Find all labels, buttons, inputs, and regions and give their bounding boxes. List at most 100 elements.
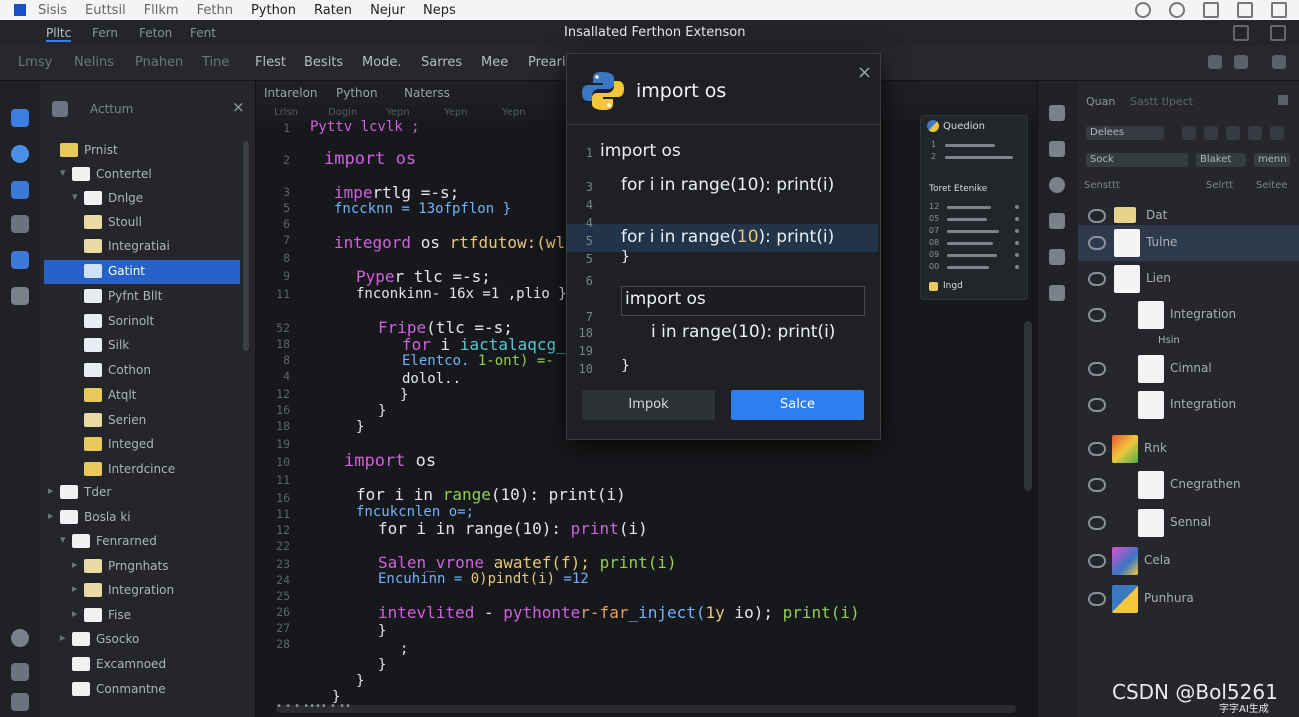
- chevron-down-icon[interactable]: ▾: [60, 166, 66, 179]
- editor-tab[interactable]: Python: [336, 86, 378, 100]
- menu-item[interactable]: Fllkm: [144, 3, 179, 18]
- status-icon[interactable]: [1135, 2, 1151, 18]
- layer-row[interactable]: Punhura: [1078, 581, 1299, 617]
- question-row-handle[interactable]: [1015, 241, 1019, 245]
- editor-tab[interactable]: Naterss: [404, 86, 450, 100]
- layer-tool-icon[interactable]: [1204, 126, 1218, 140]
- eye-icon[interactable]: [1088, 308, 1106, 322]
- chevron-right-icon[interactable]: ▸: [72, 607, 78, 620]
- filter-extra[interactable]: Seitee: [1256, 180, 1288, 191]
- question-row-handle[interactable]: [1015, 265, 1019, 269]
- question-row-handle[interactable]: [1015, 217, 1019, 221]
- question-row-handle[interactable]: [1015, 253, 1019, 257]
- account-icon[interactable]: [11, 145, 29, 163]
- search-icon[interactable]: [11, 215, 29, 233]
- menu-item[interactable]: Sisis: [38, 3, 67, 18]
- tree-item[interactable]: ▸ Tder: [44, 481, 254, 505]
- tree-item[interactable]: Integratiai: [44, 235, 254, 259]
- monitor-icon[interactable]: [11, 181, 29, 199]
- user-icon[interactable]: [1049, 177, 1065, 193]
- filter-value[interactable]: Selrtt: [1206, 180, 1233, 191]
- layer-row[interactable]: Hsin: [1078, 333, 1299, 351]
- tree-item[interactable]: ▸ Gsocko: [44, 628, 254, 652]
- app-logo-icon[interactable]: [14, 4, 26, 16]
- tree-item[interactable]: ▾ Contertel: [44, 163, 254, 187]
- toolbar-item[interactable]: Besits: [304, 55, 343, 70]
- tree-item[interactable]: ▾ Dnlge: [44, 187, 254, 211]
- toolbar-item[interactable]: Lmsy: [18, 55, 52, 70]
- explorer-scrollbar[interactable]: [243, 141, 249, 351]
- eye-icon[interactable]: [1088, 236, 1106, 250]
- maximize-icon[interactable]: [1237, 2, 1253, 18]
- eye-icon[interactable]: [1088, 209, 1106, 223]
- user-icon[interactable]: [11, 629, 29, 647]
- tree-item[interactable]: Interdcince: [44, 458, 254, 482]
- layer-tool-icon[interactable]: [1270, 126, 1284, 140]
- settings-icon[interactable]: [1169, 2, 1185, 18]
- eye-icon[interactable]: [1088, 592, 1106, 606]
- layout-icon[interactable]: [1049, 141, 1065, 157]
- select-button[interactable]: Salce: [731, 390, 864, 420]
- layer-row[interactable]: Cela: [1078, 543, 1299, 579]
- layer-row[interactable]: Cimnal: [1078, 351, 1299, 387]
- tree-item[interactable]: ▸ Bosla ki: [44, 506, 254, 530]
- tree-item[interactable]: Pyfnt Bllt: [44, 285, 254, 309]
- close-icon[interactable]: ×: [857, 62, 872, 83]
- layer-row[interactable]: Integration: [1078, 387, 1299, 423]
- layer-tool-icon[interactable]: [1248, 126, 1262, 140]
- question-panel-footer[interactable]: Ingd: [943, 281, 963, 291]
- toolbar-item[interactable]: Mode.: [362, 55, 402, 70]
- eye-icon[interactable]: [1088, 362, 1106, 376]
- window-close-icon[interactable]: [1270, 25, 1286, 41]
- subtab[interactable]: Yepn: [502, 107, 526, 118]
- close-icon[interactable]: ×: [232, 98, 245, 116]
- eye-icon[interactable]: [1088, 554, 1106, 568]
- editor-vertical-scrollbar[interactable]: [1024, 321, 1032, 491]
- input-value[interactable]: import os: [625, 289, 706, 309]
- chevron-right-icon[interactable]: ▸: [48, 484, 54, 497]
- chevron-down-icon[interactable]: ▾: [72, 190, 78, 203]
- panel-icon[interactable]: [1049, 105, 1065, 121]
- layer-row[interactable]: Tulne: [1078, 225, 1299, 261]
- layer-row[interactable]: Lien: [1078, 261, 1299, 297]
- tree-item[interactable]: ▸ Integration: [44, 579, 254, 603]
- layers-tab[interactable]: Quan: [1086, 95, 1115, 108]
- tab[interactable]: Fern: [92, 26, 118, 40]
- extensions-icon[interactable]: [11, 251, 29, 269]
- manage-icon[interactable]: [11, 693, 29, 711]
- layer-row[interactable]: Integration: [1078, 297, 1299, 333]
- eye-icon[interactable]: [1088, 442, 1106, 456]
- explorer-search-label[interactable]: Acttum: [90, 102, 133, 116]
- tab-active[interactable]: Plltc: [46, 26, 72, 42]
- tree-item[interactable]: Atqlt: [44, 384, 254, 408]
- subtab[interactable]: Dogin: [328, 107, 357, 118]
- menu-item[interactable]: Neps: [423, 3, 456, 18]
- layer-row[interactable]: Sennal: [1078, 505, 1299, 541]
- toolbar-item[interactable]: Mee: [481, 55, 508, 70]
- close-window-icon[interactable]: [1271, 2, 1287, 18]
- tree-item[interactable]: ▸ Fise: [44, 604, 254, 628]
- tree-item[interactable]: Integed: [44, 433, 254, 457]
- window-control-icon[interactable]: [1233, 25, 1249, 41]
- layer-row[interactable]: Cnegrathen: [1078, 467, 1299, 503]
- subtab[interactable]: Yepn: [444, 107, 468, 118]
- menu-item[interactable]: Raten: [314, 3, 352, 18]
- tree-item[interactable]: Cothon: [44, 359, 254, 383]
- tree-item[interactable]: Gatint: [44, 260, 240, 284]
- menu-item-python[interactable]: Python: [251, 3, 296, 18]
- tree-item[interactable]: Serien: [44, 409, 254, 433]
- tree-item[interactable]: Stoull: [44, 211, 254, 235]
- tree-item[interactable]: Silk: [44, 334, 254, 358]
- chevron-right-icon[interactable]: ▸: [60, 631, 66, 644]
- tab[interactable]: Feton: [139, 26, 172, 40]
- tree-item[interactable]: Excamnoed: [44, 653, 254, 677]
- menu-item[interactable]: Euttsil: [85, 3, 126, 18]
- toolbar-item[interactable]: Flest: [255, 55, 286, 70]
- eye-icon[interactable]: [1088, 398, 1106, 412]
- layer-row[interactable]: Rnk: [1078, 431, 1299, 467]
- tree-item[interactable]: Sorinolt: [44, 310, 254, 334]
- chevron-down-icon[interactable]: ▾: [60, 533, 66, 546]
- eye-icon[interactable]: [1088, 516, 1106, 530]
- eye-icon[interactable]: [1088, 272, 1106, 286]
- tree-item[interactable]: ▾ Fenrarned: [44, 530, 254, 554]
